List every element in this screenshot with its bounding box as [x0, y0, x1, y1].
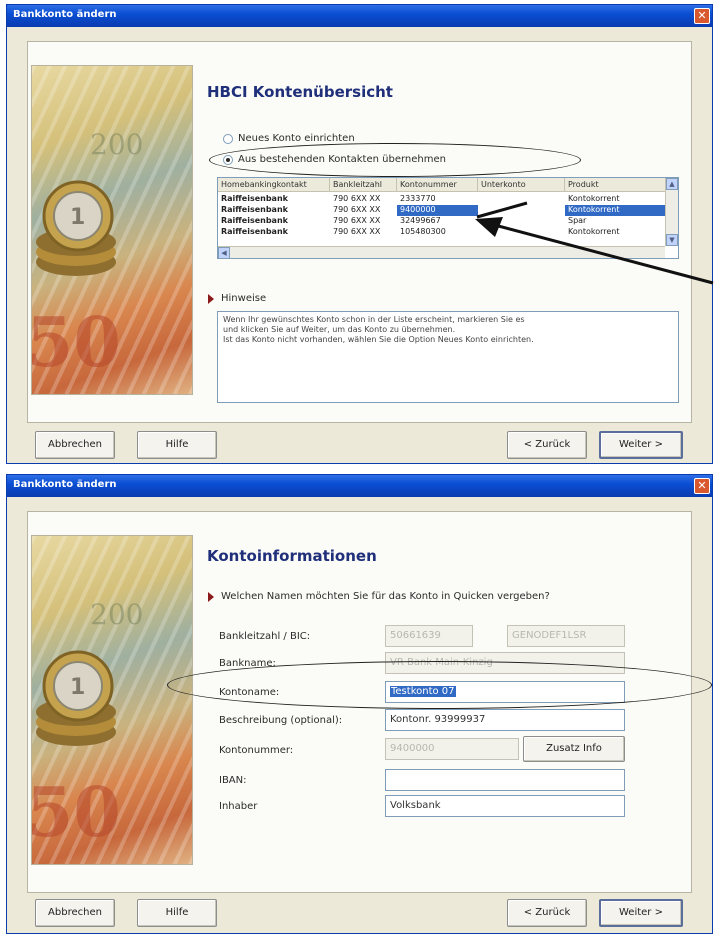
iban-field[interactable]	[385, 769, 625, 791]
next-button[interactable]: Weiter >	[599, 431, 683, 459]
title-bar: Bankkonto ändern ✕	[7, 475, 712, 497]
beschreibung-field[interactable]: Kontonr. 93999937	[385, 709, 625, 731]
blz-label: Bankleitzahl / BIC:	[219, 631, 311, 642]
bankname-field[interactable]: VR Bank Main-Kinzig	[385, 652, 625, 674]
dialog-kontoinformationen: Bankkonto ändern ✕ 50 200 1 Kontoinforma…	[6, 474, 713, 934]
help-button[interactable]: Hilfe	[137, 431, 217, 459]
dialog-hbci-kontenuebersicht: Bankkonto ändern ✕ 50 200 1 HBCI Kontenü…	[6, 4, 714, 464]
page-title: Kontoinformationen	[207, 547, 377, 565]
svg-text:1: 1	[70, 675, 85, 700]
hint-line: und klicken Sie auf Weiter, um das Konto…	[223, 325, 456, 334]
triangle-right-icon	[208, 294, 214, 304]
next-button[interactable]: Weiter >	[599, 899, 683, 927]
beschreibung-label: Beschreibung (optional):	[219, 715, 343, 726]
kontonummer-field[interactable]: 9400000	[385, 738, 519, 760]
hint-line: Wenn Ihr gewünschtes Konto schon in der …	[223, 315, 525, 324]
cancel-button[interactable]: Abbrechen	[35, 431, 115, 459]
hints-label: Hinweise	[221, 293, 267, 304]
svg-text:50: 50	[32, 773, 121, 853]
kontoname-field[interactable]: Testkonto 07	[385, 681, 625, 703]
bankname-label: Bankname:	[219, 658, 276, 669]
back-button[interactable]: < Zurück	[507, 431, 587, 459]
back-button[interactable]: < Zurück	[507, 899, 587, 927]
kontoname-label: Kontoname:	[219, 687, 280, 698]
cancel-button[interactable]: Abbrechen	[35, 899, 115, 927]
window-title: Bankkonto ändern	[13, 479, 117, 490]
question-label: Welchen Namen möchten Sie für das Konto …	[221, 591, 550, 602]
bic-field[interactable]: GENODEF1LSR	[507, 625, 625, 647]
hint-line: Ist das Konto nicht vorhanden, wählen Si…	[223, 335, 534, 344]
zusatz-info-button[interactable]: Zusatz Info	[523, 736, 625, 762]
close-icon[interactable]: ✕	[694, 478, 710, 494]
money-picture: 50 200 1	[31, 535, 193, 865]
svg-text:200: 200	[90, 598, 143, 631]
help-button[interactable]: Hilfe	[137, 899, 217, 927]
kontoname-value: Testkonto 07	[390, 686, 456, 697]
inhaber-field[interactable]: Volksbank	[385, 795, 625, 817]
iban-label: IBAN:	[219, 775, 247, 786]
triangle-right-icon	[208, 592, 214, 602]
inhaber-label: Inhaber	[219, 801, 258, 812]
kontonummer-label: Kontonummer:	[219, 745, 294, 756]
blz-field[interactable]: 50661639	[385, 625, 473, 647]
hints-text-box: Wenn Ihr gewünschtes Konto schon in der …	[217, 311, 679, 403]
